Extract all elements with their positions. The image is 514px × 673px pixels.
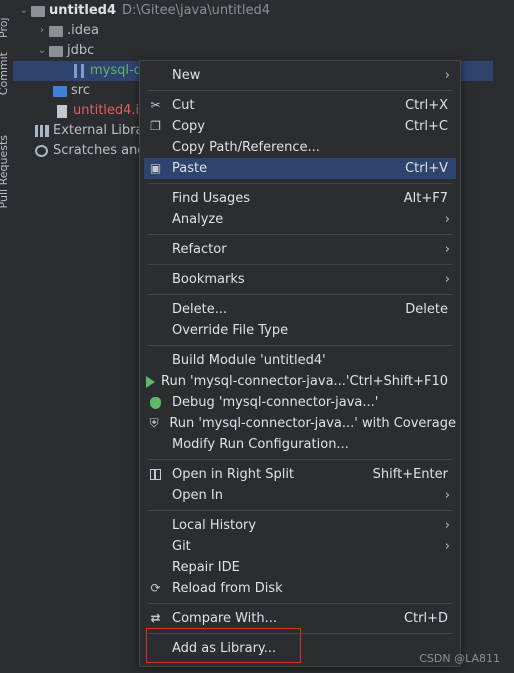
bug-icon [150,396,161,409]
chevron-down-icon[interactable]: ⌄ [35,41,49,61]
scratch-icon [35,145,48,157]
folder-icon [49,25,63,37]
folder-icon [31,5,45,17]
menu-item-override-file-type[interactable]: Override File Type [144,320,456,341]
chevron-right-icon: › [444,539,450,554]
menu-item-open-in[interactable]: Open In › [144,485,456,506]
tree-root[interactable]: ⌄ untitled4 D:\Gitee\java\untitled4 [17,1,270,21]
tree-item-label: .idea [67,23,99,38]
chevron-right-icon: › [444,272,450,287]
tree-item-external-libraries[interactable]: External Librar [35,121,149,141]
chevron-right-icon: › [444,518,450,533]
tool-window-strip: Proj Commit Pull Requests [0,0,14,673]
coverage-icon: ⛨ [149,416,159,430]
menu-divider [148,264,452,265]
menu-item-paste[interactable]: ▣ Paste Ctrl+V [144,158,456,179]
menu-item-run[interactable]: Run 'mysql-connector-java...' Ctrl+Shift… [144,371,456,392]
library-icon [35,125,49,137]
tree-item-scratches[interactable]: Scratches and [35,141,146,161]
tree-item-label: src [71,83,90,98]
menu-divider [148,603,452,604]
context-menu: New › ✂ Cut Ctrl+X ❐ Copy Ctrl+C Copy Pa… [139,60,461,667]
project-name: untitled4 [49,3,117,18]
chevron-right-icon: › [444,68,450,83]
menu-divider [148,234,452,235]
split-icon [150,469,161,480]
jar-icon [74,64,84,78]
project-path: D:\Gitee\java\untitled4 [122,3,270,18]
menu-item-build-module[interactable]: Build Module 'untitled4' [144,350,456,371]
menu-item-git[interactable]: Git › [144,536,456,557]
menu-item-compare-with[interactable]: ⇄ Compare With... Ctrl+D [144,608,456,629]
menu-item-delete[interactable]: Delete... Delete [144,299,456,320]
tree-item-label: Scratches and [53,143,146,158]
menu-item-copy-path[interactable]: Copy Path/Reference... [144,137,456,158]
menu-item-add-as-library[interactable]: Add as Library... [144,638,456,659]
menu-item-run-with-coverage[interactable]: ⛨ Run 'mysql-connector-java...' with Cov… [144,413,456,434]
menu-item-debug[interactable]: Debug 'mysql-connector-java...' [144,392,456,413]
tree-item-idea[interactable]: › .idea [35,21,99,41]
menu-divider [148,345,452,346]
watermark: CSDN @LA811 [419,652,500,665]
menu-divider [148,459,452,460]
menu-item-open-in-right-split[interactable]: Open in Right Split Shift+Enter [144,464,456,485]
folder-icon [53,85,67,97]
tree-item-jdbc[interactable]: ⌄ jdbc [35,41,94,61]
tree-item-iml[interactable]: untitled4.im [57,101,152,121]
commit-tab[interactable]: Commit [0,52,10,95]
menu-item-refactor[interactable]: Refactor › [144,239,456,260]
menu-item-copy[interactable]: ❐ Copy Ctrl+C [144,116,456,137]
project-tab[interactable]: Proj [0,0,10,38]
menu-item-repair-ide[interactable]: Repair IDE [144,557,456,578]
chevron-right-icon: › [444,242,450,257]
folder-icon [49,45,63,57]
menu-item-cut[interactable]: ✂ Cut Ctrl+X [144,95,456,116]
menu-item-new[interactable]: New › [144,65,456,86]
menu-divider [148,294,452,295]
menu-item-modify-run-config[interactable]: Modify Run Configuration... [144,434,456,455]
chevron-down-icon[interactable]: ⌄ [17,1,31,21]
chevron-right-icon: › [444,488,450,503]
tree-item-label: External Librar [53,123,149,138]
menu-item-reload-from-disk[interactable]: ⟳ Reload from Disk [144,578,456,599]
menu-divider [148,90,452,91]
reload-icon: ⟳ [150,581,161,595]
menu-item-analyze[interactable]: Analyze › [144,209,456,230]
menu-divider [148,510,452,511]
chevron-right-icon[interactable]: › [35,21,49,41]
copy-icon: ❐ [150,119,161,133]
chevron-right-icon: › [444,212,450,227]
menu-item-local-history[interactable]: Local History › [144,515,456,536]
compare-icon: ⇄ [150,611,161,625]
menu-item-bookmarks[interactable]: Bookmarks › [144,269,456,290]
clipboard-icon: ▣ [149,161,162,175]
scissors-icon: ✂ [150,98,161,112]
play-icon [145,375,155,388]
menu-item-find-usages[interactable]: Find Usages Alt+F7 [144,188,456,209]
menu-divider [148,633,452,634]
file-icon [57,104,67,118]
tree-item-label: jdbc [67,43,95,58]
pull-requests-tab[interactable]: Pull Requests [0,135,10,208]
menu-divider [148,183,452,184]
tree-item-src[interactable]: src [53,81,90,101]
